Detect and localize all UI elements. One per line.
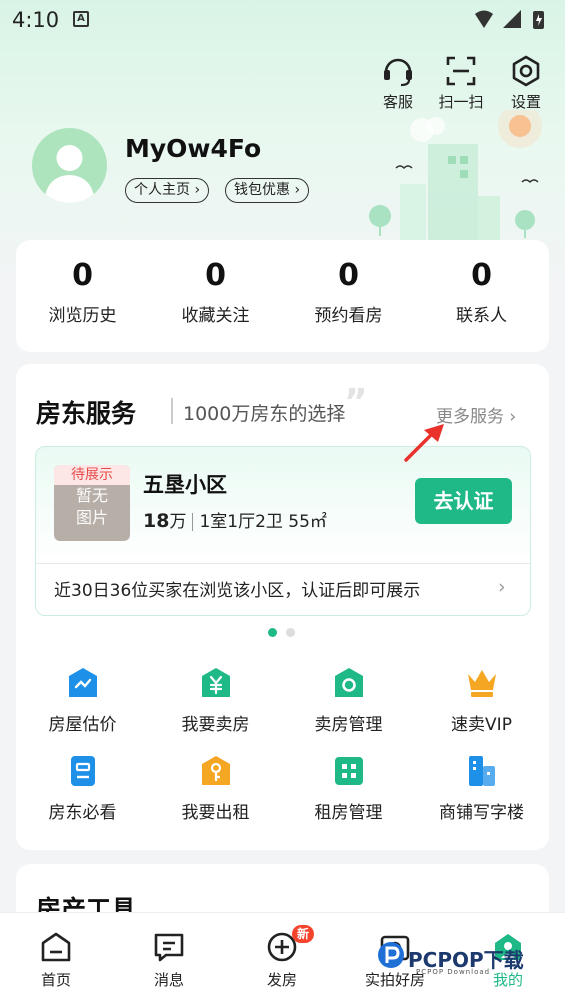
landlord-guide-icon (70, 756, 95, 786)
price-unit: 万 (169, 512, 187, 532)
property-price: 18 (143, 510, 170, 532)
property-name: 五垦小区 (143, 473, 227, 497)
placeholder-line: 图片 (75, 508, 108, 527)
scan-button[interactable]: 扫一扫 (431, 55, 491, 112)
customer-service-label: 客服 (382, 93, 413, 111)
stat-label: 浏览历史 (48, 306, 117, 326)
section-title: 房东服务 (36, 399, 137, 428)
stat-value: 0 (338, 258, 359, 293)
wallet-coupons-button[interactable]: 钱包优惠 › (225, 178, 310, 203)
property-layout: 1室1厅2卫 55㎡ (199, 512, 327, 532)
wifi-icon (475, 10, 493, 28)
watermark-logo-icon (378, 942, 404, 968)
customer-service-button[interactable]: 客服 (368, 55, 428, 112)
status-bar: 4:10 A (0, 0, 565, 40)
system-icons (475, 10, 544, 29)
title-divider (171, 398, 173, 424)
stats-card: 0 浏览历史 0 收藏关注 0 预约看房 0 联系人 (16, 240, 549, 352)
details-separator (192, 513, 194, 531)
default-avatar-icon (44, 145, 95, 203)
scan-label: 扫一扫 (438, 93, 484, 111)
sale-management-icon (334, 668, 363, 697)
notification-a-icon: A (73, 11, 89, 27)
office-building-icon (468, 756, 495, 786)
tab-label: 首页 (40, 971, 71, 989)
message-icon (154, 933, 184, 962)
avatar[interactable] (32, 128, 107, 203)
service-label: 租房管理 (314, 803, 383, 823)
carousel-dot[interactable] (286, 628, 295, 637)
service-label: 我要出租 (181, 803, 250, 823)
settings-button[interactable]: 设置 (496, 55, 556, 112)
rent-out-icon (201, 756, 230, 785)
property-details: 18万 1室1厅2卫 55㎡ (143, 507, 327, 532)
buyer-interest-note[interactable]: 近30日36位买家在浏览该小区，认证后即可展示 (54, 576, 420, 601)
verify-button[interactable]: 去认证 (415, 478, 512, 524)
pending-display-tag: 待展示 (54, 465, 130, 485)
service-label: 速卖VIP (451, 715, 512, 735)
landlord-service-card: 房东服务 1000万房东的选择 ” 更多服务 › 待展示 暂无 图片 五垦小区 … (16, 364, 549, 850)
service-label: 商铺写字楼 (439, 803, 524, 823)
status-time: 4:10 (12, 8, 60, 32)
tab-home[interactable]: 首页 (11, 931, 101, 990)
stat-browse-history[interactable]: 0 浏览历史 (16, 258, 149, 326)
stat-viewings[interactable]: 0 预约看房 (282, 258, 415, 326)
watermark: PCPOP下载 PCPOP Download (376, 938, 556, 988)
headset-icon (384, 58, 412, 87)
settings-label: 设置 (510, 93, 541, 111)
tab-label: 发房 (266, 971, 297, 989)
stat-value: 0 (205, 258, 226, 293)
watermark-subtitle: PCPOP Download (416, 968, 491, 976)
stat-favorites[interactable]: 0 收藏关注 (149, 258, 282, 326)
no-image-placeholder: 暂无 图片 (54, 485, 130, 529)
stat-contacts[interactable]: 0 联系人 (415, 258, 548, 326)
stat-label: 预约看房 (314, 306, 383, 326)
chevron-right-icon[interactable]: › (498, 576, 506, 598)
stat-value: 0 (471, 258, 492, 293)
pointer-arrow-icon (404, 424, 444, 462)
username[interactable]: MyOw4Fo (125, 134, 261, 163)
tab-messages[interactable]: 消息 (124, 931, 214, 990)
service-label: 我要卖房 (181, 715, 250, 735)
house-valuation-icon (68, 668, 97, 697)
home-icon (41, 932, 71, 962)
service-house-valuation[interactable]: 房屋估价 (16, 666, 149, 735)
scan-icon (446, 56, 476, 86)
service-fast-sale-vip[interactable]: 速卖VIP (415, 666, 548, 735)
property-thumbnail: 待展示 暂无 图片 (54, 465, 130, 541)
carousel-indicator (268, 628, 298, 638)
placeholder-line: 暂无 (75, 486, 108, 505)
service-label: 卖房管理 (314, 715, 383, 735)
more-services-link[interactable]: 更多服务 › (436, 402, 516, 427)
crown-icon (467, 670, 496, 697)
gear-icon (512, 55, 540, 87)
section-subtitle: 1000万房东的选择 (183, 403, 346, 425)
tab-post-listing[interactable]: 新 发房 (237, 925, 327, 990)
stat-label: 收藏关注 (181, 306, 250, 326)
city-illustration (369, 110, 542, 240)
new-badge: 新 (292, 925, 315, 943)
service-sell-house[interactable]: 我要卖房 (149, 666, 282, 735)
stat-label: 联系人 (456, 306, 507, 326)
sell-house-icon (201, 668, 230, 697)
divider (36, 563, 530, 564)
rental-management-icon (334, 757, 363, 785)
carousel-dot-active[interactable] (268, 628, 277, 637)
signal-icon (503, 10, 521, 28)
service-landlord-guide[interactable]: 房东必看 (16, 754, 149, 823)
personal-homepage-button[interactable]: 个人主页 › (125, 178, 210, 203)
tab-label: 消息 (153, 971, 184, 989)
service-sale-management[interactable]: 卖房管理 (282, 666, 415, 735)
service-rent-out[interactable]: 我要出租 (149, 754, 282, 823)
property-card[interactable]: 待展示 暂无 图片 五垦小区 18万 1室1厅2卫 55㎡ 去认证 近30日36位… (35, 446, 531, 616)
stat-value: 0 (72, 258, 93, 293)
quote-mark-icon: ” (344, 382, 368, 423)
service-rental-management[interactable]: 租房管理 (282, 754, 415, 823)
service-label: 房屋估价 (48, 715, 117, 735)
service-label: 房东必看 (48, 803, 117, 823)
service-office-building[interactable]: 商铺写字楼 (415, 754, 548, 823)
